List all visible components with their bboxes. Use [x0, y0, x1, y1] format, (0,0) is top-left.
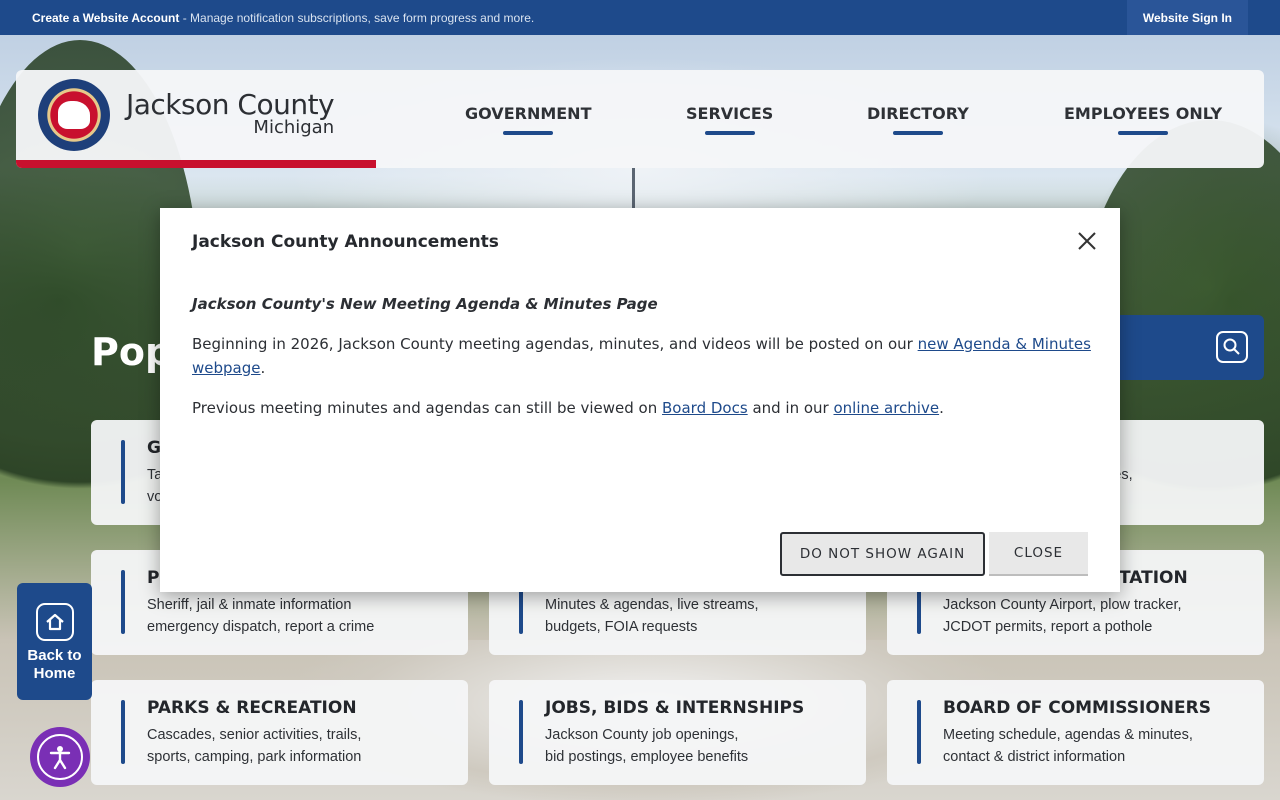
close-icon[interactable] [1076, 230, 1098, 252]
modal-body: Jackson County's New Meeting Agenda & Mi… [192, 292, 1092, 436]
announcements-modal: Jackson County Announcements Jackson Cou… [160, 208, 1120, 592]
do-not-show-again-button[interactable]: DO NOT SHOW AGAIN [780, 532, 985, 576]
top-bar: Create a Website Account - Manage notifi… [0, 0, 1280, 35]
modal-title: Jackson County Announcements [192, 232, 499, 252]
online-archive-link[interactable]: online archive [834, 399, 940, 417]
website-sign-in-button[interactable]: Website Sign In [1126, 0, 1248, 35]
modal-paragraph-1: Beginning in 2026, Jackson County meetin… [192, 335, 1091, 377]
create-account-promo[interactable]: Create a Website Account - Manage notifi… [0, 11, 534, 25]
modal-paragraph-2: Previous meeting minutes and agendas can… [192, 399, 944, 417]
close-button[interactable]: CLOSE [989, 532, 1088, 576]
modal-subtitle: Jackson County's New Meeting Agenda & Mi… [192, 295, 658, 313]
board-docs-link[interactable]: Board Docs [662, 399, 748, 417]
